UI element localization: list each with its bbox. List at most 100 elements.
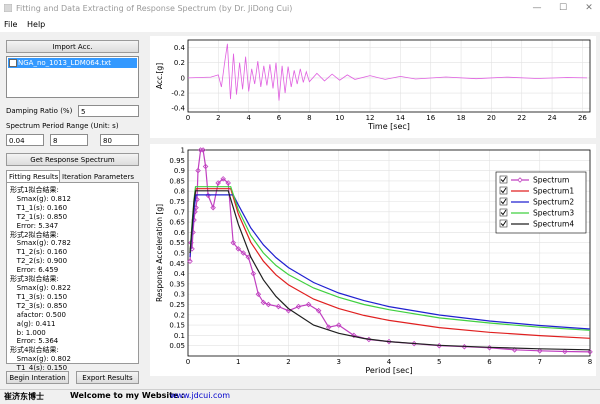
close-button[interactable]: ✕ — [582, 2, 596, 15]
result-line: Error: 6.459 — [10, 266, 59, 275]
file-checkbox[interactable] — [9, 59, 17, 67]
legend-label: Spectrum2 — [533, 198, 574, 207]
menu-file[interactable]: File — [4, 20, 17, 29]
x-tick-label: 18 — [457, 114, 466, 122]
x-tick-label: 6 — [487, 358, 492, 366]
file-name: NGA_no_1013_LDM064.txt — [18, 59, 112, 67]
result-line: T1_3(s): 0.150 — [10, 292, 68, 301]
y-tick-label: 0.85 — [169, 177, 185, 185]
x-tick-label: 3 — [337, 358, 341, 366]
legend-label: Spectrum — [533, 176, 569, 185]
y-tick-label: 0.25 — [169, 301, 185, 309]
x-tick-label: 14 — [396, 114, 405, 122]
export-results-button[interactable]: Export Results — [76, 371, 139, 384]
get-spectrum-button[interactable]: Get Response Spectrum — [6, 153, 139, 166]
begin-iteration-button[interactable]: Begin Interation — [6, 371, 69, 384]
x-axis-label: Period [sec] — [365, 366, 412, 375]
result-line: 形式3拟合结果: — [10, 275, 59, 284]
acceleration-chart: 0 2 4 6 8 10 12 14 16 18 20 22 24 260.40.20-0.2-0.4Ti… — [150, 36, 596, 138]
x-tick-label: 22 — [517, 114, 526, 122]
result-line: T2_1(s): 0.850 — [10, 212, 68, 221]
y-tick-label: 0.65 — [169, 219, 185, 227]
y-tick-label: 1 — [181, 147, 185, 155]
spectrum-chart: 0 1 2 3 4 5 6 7 8 0.05 0.1 0.15 0.2 0.25 0.3 0.35 0.4 0.4… — [150, 144, 596, 376]
y-tick-label: 0.6 — [174, 229, 186, 237]
period-max-input[interactable]: 8 — [50, 134, 88, 146]
y-tick-label: -0.2 — [171, 90, 185, 98]
x-tick-label: 0 — [186, 114, 190, 122]
y-tick-label: 0.9 — [174, 167, 185, 175]
result-line: T1_2(s): 0.160 — [10, 248, 68, 257]
x-tick-label: 26 — [578, 114, 587, 122]
x-tick-label: 6 — [277, 114, 282, 122]
result-line: Smax(g): 0.822 — [10, 283, 71, 292]
x-tick-label: 0 — [186, 358, 190, 366]
x-tick-label: 4 — [246, 114, 251, 122]
y-tick-label: 0.4 — [174, 44, 186, 52]
result-line: Smax(g): 0.782 — [10, 239, 71, 248]
y-tick-label: 0.5 — [174, 250, 185, 258]
result-line: Smax(g): 0.812 — [10, 194, 71, 203]
results-text: 形式1拟合结果: Smax(g): 0.812 T1_1(s): 0.160 T… — [10, 186, 71, 373]
legend-label: Spectrum1 — [533, 187, 574, 196]
result-line: b: 1.000 — [10, 328, 46, 337]
y-tick-label: 0.35 — [169, 280, 185, 288]
x-tick-label: 8 — [588, 358, 592, 366]
y-tick-label: 0.95 — [169, 157, 185, 165]
import-acc-button[interactable]: Import Acc. — [6, 40, 139, 53]
welcome-label: Welcome to my Website : — [70, 391, 185, 400]
result-line: Smax(g): 0.802 — [10, 355, 71, 364]
damping-label: Damping Ratio (%) — [6, 107, 73, 115]
y-tick-label: 0.05 — [169, 342, 185, 350]
tab-fitting-label: Fitting Results — [9, 173, 59, 181]
x-tick-label: 16 — [426, 114, 435, 122]
result-line: T1_1(s): 0.160 — [10, 203, 68, 212]
x-tick-label: 8 — [307, 114, 311, 122]
y-tick-label: 0.75 — [169, 198, 185, 206]
maximize-button[interactable]: ☐ — [556, 2, 570, 15]
x-tick-label: 24 — [548, 114, 557, 122]
y-tick-label: 0.45 — [169, 260, 185, 268]
x-tick-label: 7 — [538, 358, 542, 366]
window-title: Fitting and Data Extracting of Response … — [16, 4, 293, 13]
website-link[interactable]: www.jdcui.com — [170, 391, 230, 400]
result-line: Error: 5.347 — [10, 221, 59, 230]
x-axis-label: Time [sec] — [367, 122, 410, 131]
x-tick-label: 5 — [437, 358, 441, 366]
minimize-button[interactable]: — — [530, 2, 544, 15]
result-line: 形式4拟合结果: — [10, 346, 59, 355]
y-tick-label: 0.15 — [169, 322, 185, 330]
x-tick-label: 12 — [366, 114, 375, 122]
legend-label: Spectrum3 — [533, 209, 574, 218]
app-icon — [4, 4, 12, 12]
x-tick-label: 10 — [335, 114, 344, 122]
result-line: T2_2(s): 0.900 — [10, 257, 68, 266]
y-tick-label: 0.2 — [174, 311, 185, 319]
x-tick-label: 4 — [387, 358, 392, 366]
file-list-item[interactable]: NGA_no_1013_LDM064.txt — [8, 58, 137, 68]
y-tick-label: 0.3 — [174, 291, 185, 299]
y-tick-label: 0.4 — [174, 270, 186, 278]
x-tick-label: 2 — [216, 114, 220, 122]
y-tick-label: 0.2 — [174, 59, 185, 67]
x-tick-label: 1 — [236, 358, 240, 366]
y-tick-label: 0.55 — [169, 239, 185, 247]
tab-iteration-parameters[interactable]: Iteration Parameters — [62, 173, 134, 181]
damping-input[interactable]: 5 — [78, 105, 139, 117]
y-axis-label: Acc.[g] — [155, 63, 164, 89]
y-tick-label: 0.8 — [174, 188, 185, 196]
result-line: T2_3(s): 0.850 — [10, 301, 68, 310]
menu-help[interactable]: Help — [27, 20, 45, 29]
period-range-label: Spectrum Period Range (Unit: s) — [6, 122, 119, 130]
result-line: afactor: 0.500 — [10, 310, 66, 319]
x-tick-label: 20 — [487, 114, 496, 122]
menu-bar — [0, 18, 600, 32]
period-count-input[interactable]: 80 — [100, 134, 139, 146]
result-line: a(g): 0.411 — [10, 319, 56, 328]
x-tick-label: 2 — [286, 358, 290, 366]
y-tick-label: 0.1 — [174, 332, 185, 340]
y-tick-label: 0 — [181, 74, 185, 82]
result-line: 形式2拟合结果: — [10, 230, 59, 239]
period-min-input[interactable]: 0.04 — [6, 134, 44, 146]
y-tick-label: 0.7 — [174, 208, 185, 216]
